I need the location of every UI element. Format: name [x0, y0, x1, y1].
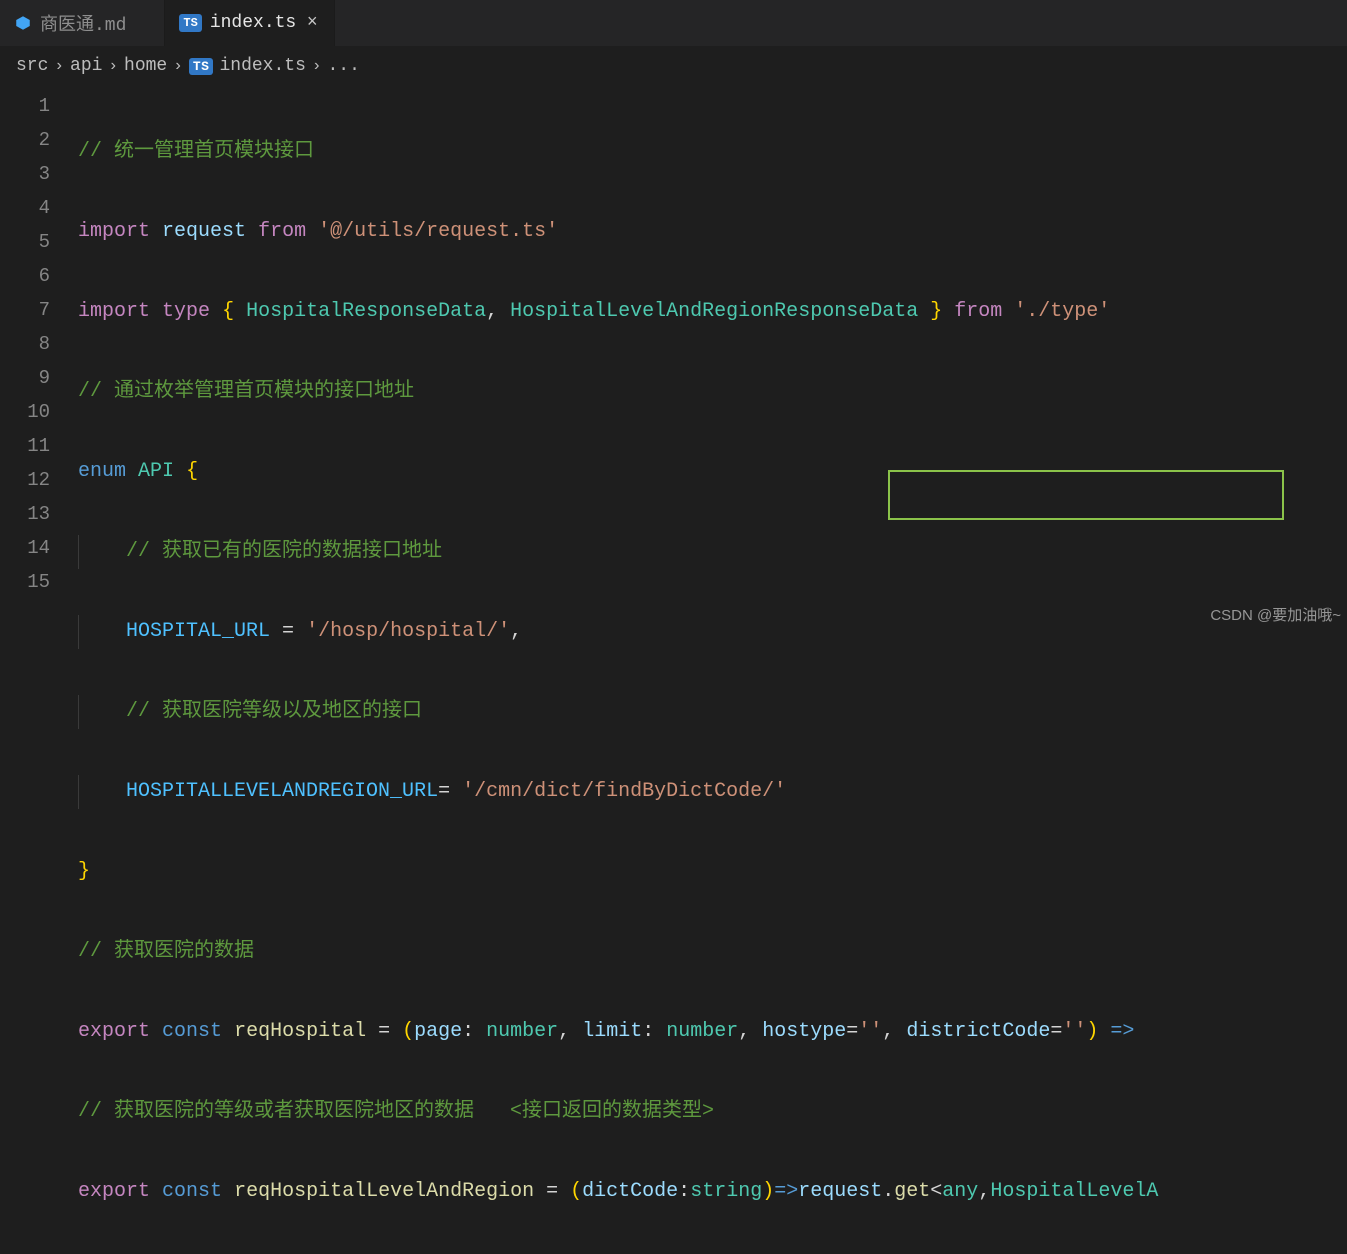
line-number: 9 [0, 361, 78, 395]
line-number: 11 [0, 429, 78, 463]
code-area[interactable]: // 统一管理首页模块接口 import request from '@/uti… [78, 85, 1347, 1254]
code-line: import type { HospitalResponseData, Hosp… [78, 295, 1347, 329]
chevron-right-icon: › [108, 57, 118, 75]
code-line: HOSPITAL_URL = '/hosp/hospital/', [78, 615, 1347, 649]
tab-file-md[interactable]: 商医通.md × [0, 0, 165, 46]
breadcrumb-part[interactable]: src [16, 56, 48, 76]
line-number: 13 [0, 497, 78, 531]
line-number: 1 [0, 89, 78, 123]
code-line: HOSPITALLEVELANDREGION_URL= '/cmn/dict/f… [78, 775, 1347, 809]
tab-bar: 商医通.md × TS index.ts × [0, 0, 1347, 46]
breadcrumb-part[interactable]: index.ts [219, 56, 305, 76]
watermark: CSDN @要加油哦~ [1210, 604, 1341, 625]
code-line: import request from '@/utils/request.ts' [78, 215, 1347, 249]
line-number: 6 [0, 259, 78, 293]
breadcrumb-part[interactable]: api [70, 56, 102, 76]
code-line: // 获取医院的数据 [78, 935, 1347, 969]
breadcrumb[interactable]: src › api › home › TS index.ts › ... [0, 46, 1347, 85]
line-number-gutter: 1 2 3 4 5 6 7 8 9 10 11 12 13 14 15 [0, 85, 78, 1254]
ts-icon: TS [179, 14, 201, 32]
line-number: 14 [0, 531, 78, 565]
markdown-icon [14, 14, 32, 32]
line-number: 3 [0, 157, 78, 191]
code-line: } [78, 855, 1347, 889]
code-line: // 获取已有的医院的数据接口地址 [78, 535, 1347, 569]
line-number: 5 [0, 225, 78, 259]
code-editor[interactable]: 1 2 3 4 5 6 7 8 9 10 11 12 13 14 15 // 统… [0, 85, 1347, 1254]
code-line: // 统一管理首页模块接口 [78, 135, 1347, 169]
line-number: 10 [0, 395, 78, 429]
breadcrumb-ellipsis[interactable]: ... [328, 56, 360, 76]
code-line: // 通过枚举管理首页模块的接口地址 [78, 375, 1347, 409]
code-line: // 获取医院等级以及地区的接口 [78, 695, 1347, 729]
line-number: 4 [0, 191, 78, 225]
code-line: // 获取医院的等级或者获取医院地区的数据 <接口返回的数据类型> [78, 1095, 1347, 1129]
chevron-right-icon: › [54, 57, 64, 75]
chevron-right-icon: › [312, 57, 322, 75]
line-number: 2 [0, 123, 78, 157]
tab-label: index.ts [210, 13, 296, 33]
code-line: enum API { [78, 455, 1347, 489]
line-number: 15 [0, 565, 78, 599]
chevron-right-icon: › [173, 57, 183, 75]
code-line: export const reqHospital = (page: number… [78, 1015, 1347, 1049]
code-line: export const reqHospitalLevelAndRegion =… [78, 1175, 1347, 1209]
breadcrumb-part[interactable]: home [124, 56, 167, 76]
line-number: 12 [0, 463, 78, 497]
close-icon[interactable]: × [304, 13, 320, 33]
tab-label: 商医通.md [40, 10, 126, 36]
line-number: 8 [0, 327, 78, 361]
tab-file-ts[interactable]: TS index.ts × [165, 0, 335, 46]
ts-icon: TS [189, 58, 214, 75]
line-number: 7 [0, 293, 78, 327]
